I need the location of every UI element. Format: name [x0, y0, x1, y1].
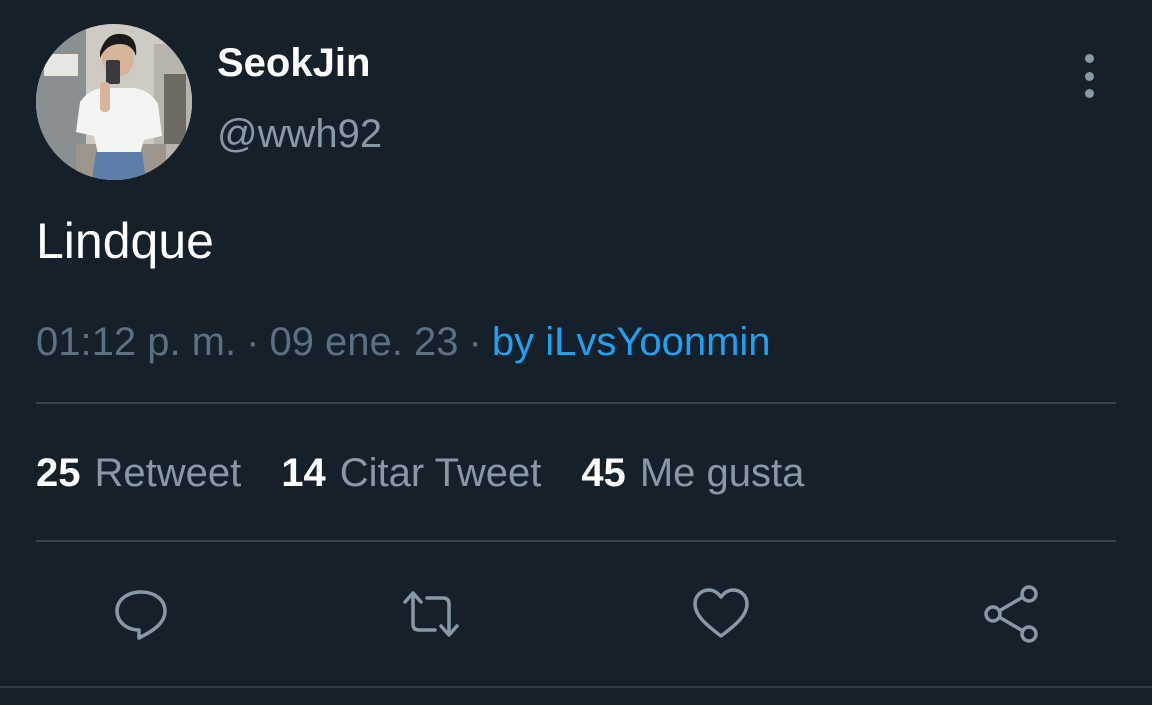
retweet-count-label: Retweet — [94, 451, 242, 495]
tweet-date: 09 ene. 23 — [269, 320, 459, 364]
author-display-name[interactable]: SeokJin — [217, 40, 370, 86]
like-button[interactable] — [691, 584, 751, 644]
reply-icon — [115, 590, 167, 640]
like-count[interactable]: 45 Me gusta — [581, 449, 804, 497]
like-count-value: 45 — [581, 451, 626, 495]
share-icon — [984, 585, 1038, 643]
tweet-source-link[interactable]: by iLvsYoonmin — [492, 320, 771, 364]
tweet-timestamp: 01:12 p. m. · 09 ene. 23 · by iLvsYoonmin — [36, 318, 771, 366]
share-button[interactable] — [981, 584, 1041, 644]
retweet-count-value: 25 — [36, 451, 81, 495]
meta-separator: · — [246, 320, 260, 364]
retweet-icon — [403, 591, 459, 637]
avatar-photo — [36, 24, 192, 180]
more-dot — [1084, 71, 1094, 81]
more-dot — [1084, 54, 1094, 63]
divider — [36, 540, 1116, 542]
tweet-actions — [0, 584, 1152, 644]
meta-separator: · — [468, 320, 482, 364]
retweet-count[interactable]: 25 Retweet — [36, 449, 241, 497]
more-options-icon[interactable] — [1070, 54, 1108, 98]
like-icon — [693, 588, 749, 638]
divider — [36, 402, 1116, 404]
tweet-stats: 25 Retweet 14 Citar Tweet 45 Me gusta — [36, 449, 844, 497]
quote-count[interactable]: 14 Citar Tweet — [281, 449, 541, 497]
divider — [0, 686, 1152, 688]
quote-count-label: Citar Tweet — [339, 451, 542, 495]
quote-count-value: 14 — [281, 451, 326, 495]
author-handle[interactable]: @wwh92 — [217, 111, 382, 157]
tweet-time: 01:12 p. m. — [36, 320, 237, 364]
like-count-label: Me gusta — [639, 451, 805, 495]
tweet-detail: SeokJin @wwh92 Lindque 01:12 p. m. · 09 en… — [0, 0, 1152, 705]
avatar[interactable] — [36, 24, 192, 180]
tweet-text: Lindque — [36, 213, 214, 269]
retweet-button[interactable] — [401, 584, 461, 644]
reply-button[interactable] — [111, 584, 171, 644]
more-dot — [1084, 89, 1094, 98]
